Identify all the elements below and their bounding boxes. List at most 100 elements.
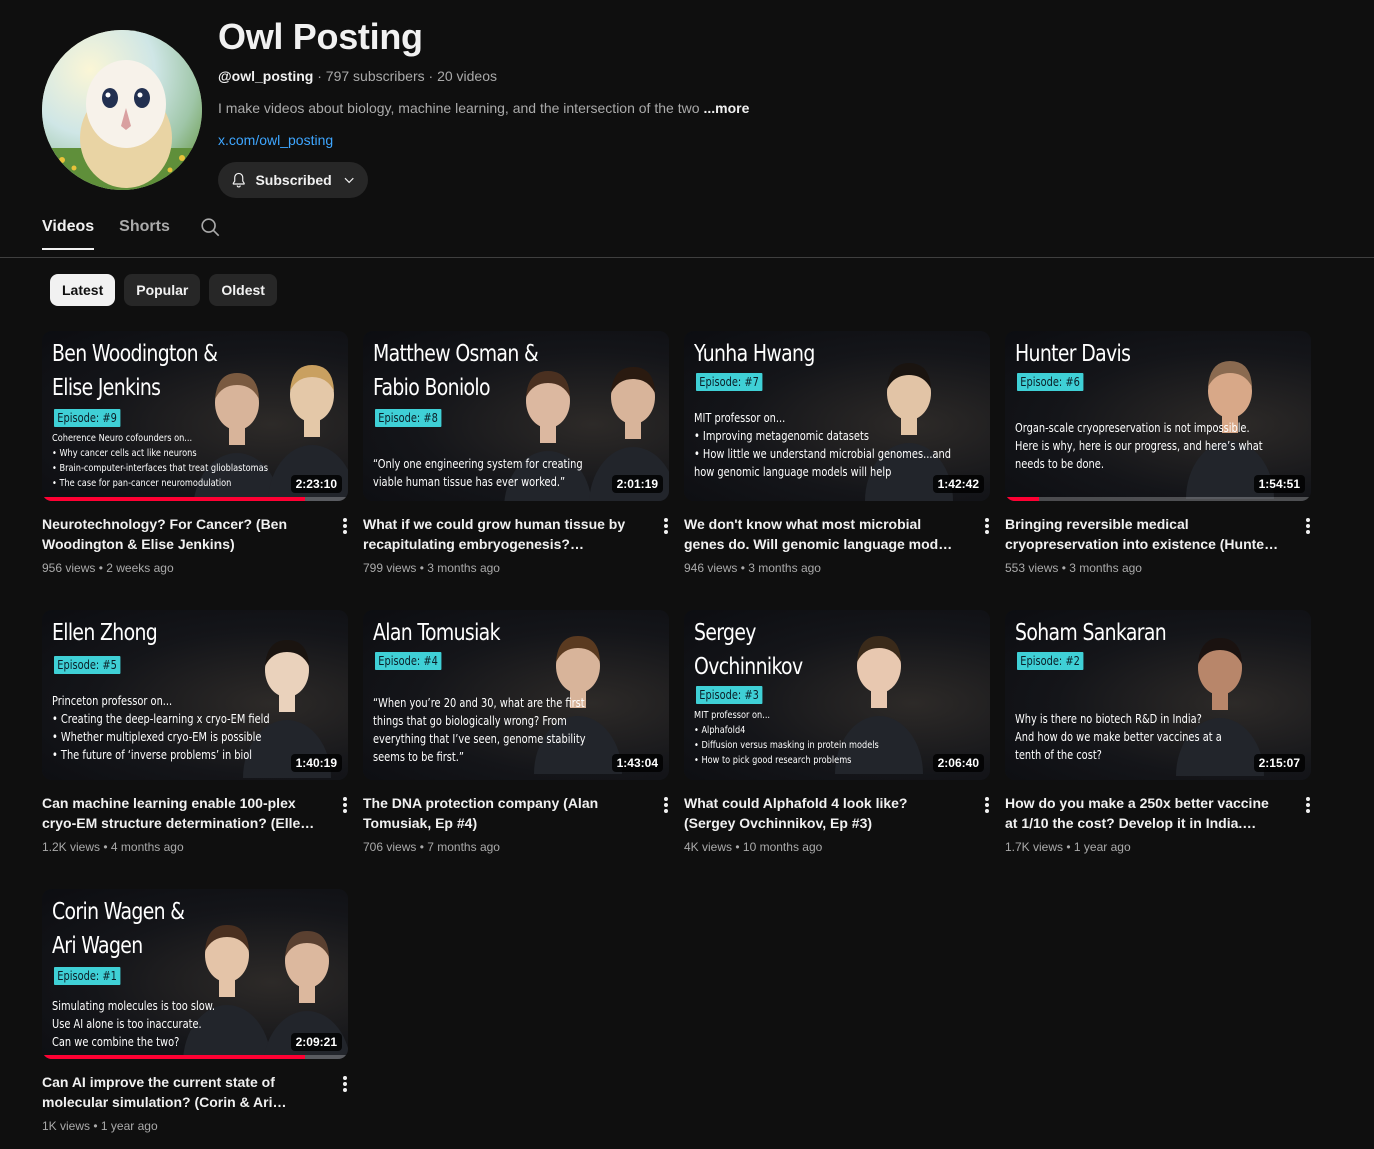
channel-avatar[interactable] xyxy=(42,30,202,190)
episode-badge: Episode: #5 xyxy=(54,656,121,674)
watch-progress-track xyxy=(1005,497,1311,501)
more-actions-icon[interactable] xyxy=(342,1075,348,1093)
video-meta: 1.7K views • 1 year ago xyxy=(1005,840,1131,854)
thumbnail-guest-name: Soham Sankaran xyxy=(1015,616,1277,650)
episode-badge: Episode: #4 xyxy=(375,652,442,670)
tagline-line: everything that I’ve seen, genome stabil… xyxy=(373,732,586,746)
video-title[interactable]: How do you make a 250x better vaccine at… xyxy=(1005,793,1281,833)
video-thumbnail[interactable]: Hunter Davis Episode: #6 Organ-scale cryop… xyxy=(1005,331,1311,501)
video-thumbnail[interactable]: Ben Woodington & Elise Jenkins Episode: #9… xyxy=(42,331,348,501)
tab-videos[interactable]: Videos xyxy=(42,218,95,250)
tagline-line: “When you’re 20 and 30, what are the fir… xyxy=(373,696,585,710)
video-count: 20 videos xyxy=(437,68,497,84)
duration-badge: 2:06:40 xyxy=(932,754,984,772)
more-actions-icon[interactable] xyxy=(663,796,669,814)
video-thumbnail[interactable]: Alan Tomusiak Episode: #4 “When you’re 20 … xyxy=(363,610,669,780)
video-card[interactable]: Hunter Davis Episode: #6 Organ-scale cryop… xyxy=(1005,331,1311,591)
view-count: 706 views xyxy=(363,840,417,854)
video-card[interactable]: Sergey Ovchinnikov Episode: #3 MIT professo… xyxy=(684,610,990,870)
video-title[interactable]: Can machine learning enable 100-plex cry… xyxy=(42,793,318,833)
channel-handle: @owl_posting xyxy=(218,68,314,84)
bell-icon xyxy=(232,172,245,188)
video-title[interactable]: The DNA protection company (Alan Tomusia… xyxy=(363,793,639,833)
owl-avatar-image xyxy=(42,30,202,190)
video-title[interactable]: Neurotechnology? For Cancer? (Ben Woodin… xyxy=(42,514,318,554)
tagline-line: “Only one engineering system for creatin… xyxy=(373,457,583,471)
tagline-line: needs to be done. xyxy=(1015,457,1104,471)
more-actions-icon[interactable] xyxy=(663,517,669,535)
thumbnail-tagline: Coherence Neuro cofounders on... • Why ca… xyxy=(52,431,323,491)
chevron-down-icon xyxy=(344,177,354,184)
video-title[interactable]: What if we could grow human tissue by re… xyxy=(363,514,639,554)
chip-oldest[interactable]: Oldest xyxy=(209,274,277,306)
upload-age: 1 year ago xyxy=(100,1119,158,1133)
more-actions-icon[interactable] xyxy=(342,796,348,814)
tagline-line: Use AI alone is too inaccurate. xyxy=(52,1017,202,1031)
more-actions-icon[interactable] xyxy=(342,517,348,535)
tagline-line: • Creating the deep-learning x cryo-EM f… xyxy=(52,712,270,726)
watch-progress-bar xyxy=(42,1055,306,1059)
more-actions-icon[interactable] xyxy=(984,796,990,814)
duration-badge: 2:01:19 xyxy=(611,475,663,493)
video-card[interactable]: Soham Sankaran Episode: #2 Why is there no… xyxy=(1005,610,1311,870)
view-count: 4K views xyxy=(684,840,733,854)
video-card[interactable]: Ellen Zhong Episode: #5 Princeton professo… xyxy=(42,610,348,870)
meta-dot: • xyxy=(416,840,428,854)
watch-progress-bar xyxy=(1005,497,1039,501)
more-actions-icon[interactable] xyxy=(1305,517,1311,535)
video-card[interactable]: Alan Tomusiak Episode: #4 “When you’re 20 … xyxy=(363,610,669,870)
tagline-line: Can we combine the two? xyxy=(52,1035,180,1049)
more-actions-icon[interactable] xyxy=(1305,796,1311,814)
guest-name-line: Alan Tomusiak xyxy=(373,620,501,646)
video-thumbnail[interactable]: Ellen Zhong Episode: #5 Princeton professo… xyxy=(42,610,348,780)
guest-name-line: Fabio Boniolo xyxy=(373,375,491,401)
video-title[interactable]: What could Alphafold 4 look like? (Serge… xyxy=(684,793,960,833)
channel-external-link[interactable]: x.com/owl_posting xyxy=(218,132,333,148)
duration-badge: 2:15:07 xyxy=(1253,754,1305,772)
video-meta: 553 views • 3 months ago xyxy=(1005,561,1142,575)
view-count: 1.7K views xyxy=(1005,840,1064,854)
video-meta: 4K views • 10 months ago xyxy=(684,840,822,854)
duration-badge: 1:54:51 xyxy=(1253,475,1305,493)
thumbnail-tagline: Why is there no biotech R&D in India? And… xyxy=(1015,710,1286,764)
video-thumbnail[interactable]: Yunha Hwang Episode: #7 MIT professor on..… xyxy=(684,331,990,501)
episode-badge: Episode: #7 xyxy=(696,373,763,391)
upload-age: 1 year ago xyxy=(1073,840,1131,854)
tab-shorts[interactable]: Shorts xyxy=(119,218,170,248)
tagline-line: Coherence Neuro cofounders on... xyxy=(52,433,193,444)
tagline-line: • Alphafold4 xyxy=(694,725,746,736)
guest-name-line: Ari Wagen xyxy=(52,933,143,959)
subscribed-button[interactable]: Subscribed xyxy=(218,162,368,198)
search-icon[interactable] xyxy=(199,216,221,238)
duration-badge: 1:43:04 xyxy=(611,754,663,772)
video-thumbnail[interactable]: Sergey Ovchinnikov Episode: #3 MIT professo… xyxy=(684,610,990,780)
video-card[interactable]: Yunha Hwang Episode: #7 MIT professor on..… xyxy=(684,331,990,591)
description-text: I make videos about biology, machine lea… xyxy=(218,100,700,116)
video-card[interactable]: Corin Wagen & Ari Wagen Episode: #1 Simulat… xyxy=(42,889,348,1149)
chip-latest[interactable]: Latest xyxy=(50,274,116,306)
video-title[interactable]: Can AI improve the current state of mole… xyxy=(42,1072,318,1112)
channel-description[interactable]: I make videos about biology, machine lea… xyxy=(218,100,749,116)
video-title[interactable]: Bringing reversible medical cryopreserva… xyxy=(1005,514,1281,554)
tagline-line: And how do we make better vaccines at a xyxy=(1015,730,1222,744)
video-card[interactable]: Matthew Osman & Fabio Boniolo Episode: #8 “… xyxy=(363,331,669,591)
view-count: 553 views xyxy=(1005,561,1059,575)
guest-name-line: Corin Wagen & xyxy=(52,899,185,925)
meta-dot: • xyxy=(1058,561,1070,575)
video-thumbnail[interactable]: Corin Wagen & Ari Wagen Episode: #1 Simulat… xyxy=(42,889,348,1059)
video-title[interactable]: We don't know what most microbial genes … xyxy=(684,514,960,554)
chip-popular[interactable]: Popular xyxy=(124,274,201,306)
upload-age: 3 months ago xyxy=(1069,561,1142,575)
meta-dot: • xyxy=(737,561,749,575)
video-card[interactable]: Ben Woodington & Elise Jenkins Episode: #9… xyxy=(42,331,348,591)
meta-dot: • xyxy=(90,1119,101,1133)
tagline-line: • The case for pan-cancer neuromodulatio… xyxy=(52,478,232,489)
video-thumbnail[interactable]: Matthew Osman & Fabio Boniolo Episode: #8 “… xyxy=(363,331,669,501)
meta-dot: • xyxy=(416,561,428,575)
duration-badge: 2:09:21 xyxy=(290,1033,342,1051)
more-actions-icon[interactable] xyxy=(984,517,990,535)
video-thumbnail[interactable]: Soham Sankaran Episode: #2 Why is there no… xyxy=(1005,610,1311,780)
more-link[interactable]: ...more xyxy=(703,100,749,116)
view-count: 1.2K views xyxy=(42,840,101,854)
thumbnail-tagline: Princeton professor on... • Creating the … xyxy=(52,692,323,764)
